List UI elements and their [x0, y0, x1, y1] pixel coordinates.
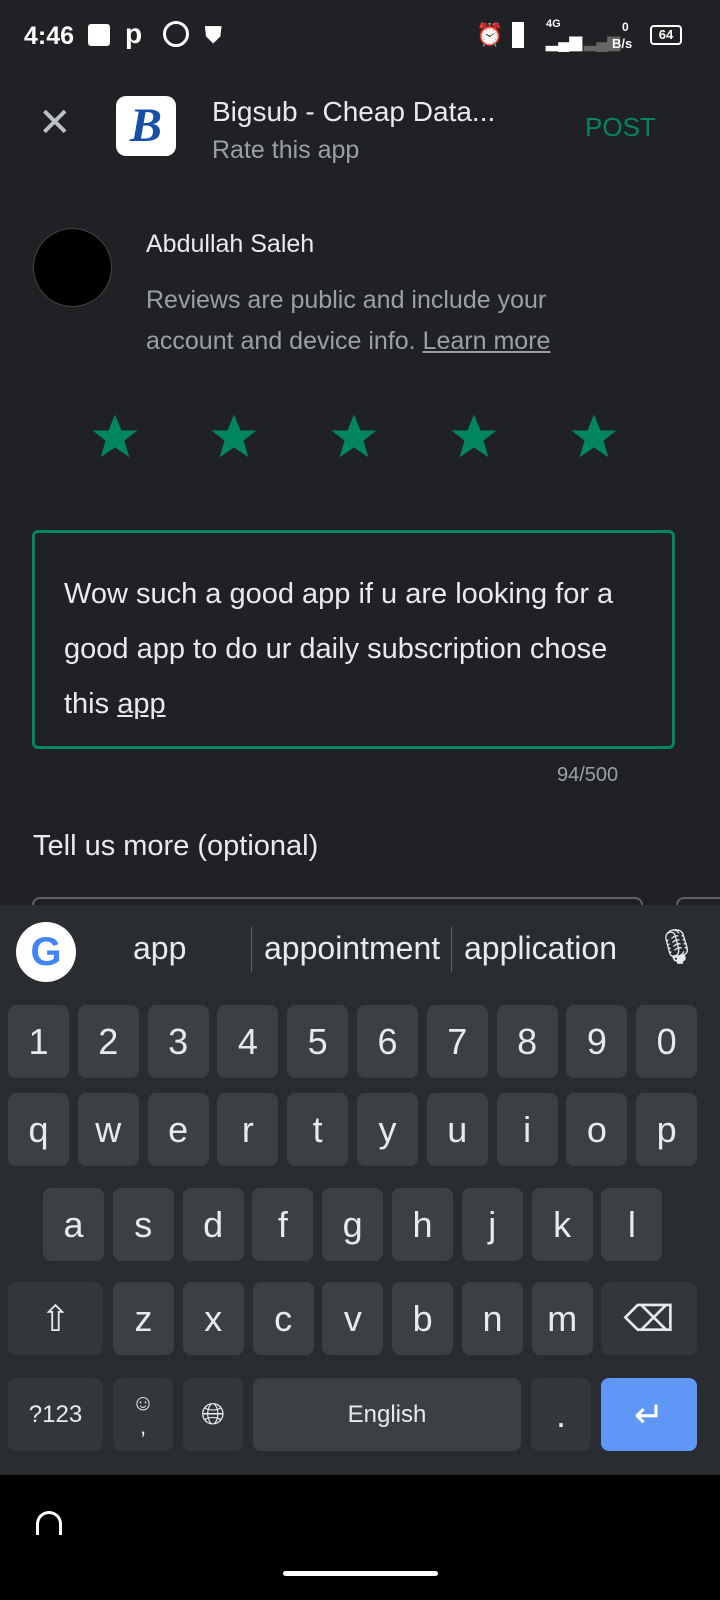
key-t[interactable]: t [287, 1093, 349, 1166]
signal-icon: ▂▄▆ [546, 34, 582, 51]
user-name: Abdullah Saleh [146, 230, 315, 258]
google-icon[interactable]: G [16, 922, 76, 982]
key-k[interactable]: k [531, 1188, 593, 1261]
key-v[interactable]: v [322, 1282, 384, 1355]
key-r[interactable]: r [217, 1093, 279, 1166]
header: ✕ B Bigsub - Cheap Data... Rate this app… [0, 70, 720, 185]
key-h[interactable]: h [392, 1188, 453, 1261]
shift-key[interactable]: ⇧ [8, 1282, 103, 1355]
emoji-icon: ☺ [131, 1389, 155, 1415]
key-e[interactable]: e [147, 1093, 209, 1166]
star-4[interactable] [447, 410, 501, 464]
key-5[interactable]: 5 [287, 1005, 349, 1078]
key-9[interactable]: 9 [566, 1005, 628, 1078]
key-d[interactable]: d [182, 1188, 244, 1261]
speed-unit: B/s [612, 36, 633, 51]
suggestion[interactable]: app [133, 930, 186, 967]
alarm-icon: ⏰ [476, 22, 504, 47]
key-z[interactable]: z [113, 1282, 174, 1355]
key-8[interactable]: 8 [496, 1005, 558, 1078]
close-icon[interactable]: ✕ [38, 100, 72, 146]
divider [451, 927, 452, 972]
battery-icon: 64 [650, 25, 682, 45]
navigation-bar [0, 1475, 720, 1600]
enter-key[interactable]: ↵ [601, 1378, 697, 1451]
app-title: Bigsub - Cheap Data... [212, 96, 496, 127]
key-s[interactable]: s [112, 1188, 174, 1261]
backspace-key[interactable]: ⌫ [601, 1282, 697, 1355]
p-app-icon: p [125, 18, 143, 49]
whatsapp-icon [163, 21, 189, 47]
star-2[interactable] [207, 410, 261, 464]
key-7[interactable]: 7 [426, 1005, 488, 1078]
comma-label: , [139, 1413, 147, 1439]
star-1[interactable] [88, 410, 142, 464]
suggestion[interactable]: application [464, 930, 617, 967]
shift-icon: ⇧ [40, 1297, 71, 1339]
star-5[interactable] [567, 410, 621, 464]
char-counter: 94/500 [557, 764, 619, 786]
key-a[interactable]: a [43, 1188, 104, 1261]
key-m[interactable]: m [531, 1282, 593, 1355]
tell-more-label: Tell us more (optional) [33, 830, 319, 862]
key-p[interactable]: p [636, 1093, 698, 1166]
key-j[interactable]: j [461, 1188, 523, 1261]
app-icon: B [116, 96, 176, 156]
key-l[interactable]: l [601, 1188, 663, 1261]
star-3[interactable] [327, 410, 381, 464]
key-4[interactable]: 4 [217, 1005, 279, 1078]
language-key[interactable]: 🌐︎ [183, 1378, 243, 1451]
enter-icon: ↵ [633, 1393, 665, 1435]
key-0[interactable]: 0 [636, 1005, 698, 1078]
space-key[interactable]: English [253, 1378, 521, 1451]
notes-icon [88, 24, 110, 46]
key-n[interactable]: n [462, 1282, 523, 1355]
key-b[interactable]: b [392, 1282, 454, 1355]
learn-more-link[interactable]: Learn more [423, 327, 551, 355]
privacy-notice: Reviews are public and include your acco… [146, 280, 626, 362]
key-q[interactable]: q [8, 1093, 69, 1166]
speed-value: 0 [622, 20, 629, 34]
symbols-key[interactable]: ?123 [8, 1378, 103, 1451]
home-handle[interactable] [283, 1571, 438, 1576]
divider [251, 927, 252, 972]
key-w[interactable]: w [77, 1093, 139, 1166]
avatar [33, 228, 112, 307]
key-o[interactable]: o [566, 1093, 628, 1166]
key-y[interactable]: y [357, 1093, 418, 1166]
vibrate-icon [512, 22, 524, 48]
backspace-icon: ⌫ [623, 1297, 675, 1339]
subtitle: Rate this app [212, 136, 360, 164]
key-c[interactable]: c [252, 1282, 314, 1355]
clock: 4:46 [24, 22, 75, 50]
key-i[interactable]: i [496, 1093, 558, 1166]
back-gesture-icon[interactable] [36, 1511, 62, 1535]
key-x[interactable]: x [182, 1282, 244, 1355]
post-button[interactable]: POST [585, 112, 656, 143]
shield-icon: ⛊ [205, 22, 222, 47]
key-1[interactable]: 1 [8, 1005, 69, 1078]
review-input[interactable]: Wow such a good app if u are looking for… [32, 530, 675, 749]
period-key[interactable]: . [531, 1378, 591, 1451]
network-type: 4G [546, 18, 561, 30]
review-text-composing: app [117, 688, 166, 720]
suggestion[interactable]: appointment [264, 930, 440, 967]
globe-icon: 🌐︎ [201, 1397, 225, 1431]
key-3[interactable]: 3 [147, 1005, 209, 1078]
key-6[interactable]: 6 [357, 1005, 418, 1078]
key-f[interactable]: f [252, 1188, 314, 1261]
status-bar: 4:46 p ⛊ ⏰ 4G ▂▄▆ ▂▄▆ 0 B/s 64 [0, 0, 720, 70]
microphone-icon[interactable]: 🎙 [655, 927, 698, 967]
key-g[interactable]: g [322, 1188, 384, 1261]
key-2[interactable]: 2 [77, 1005, 139, 1078]
key-u[interactable]: u [426, 1093, 488, 1166]
emoji-comma-key[interactable]: ☺, [113, 1378, 173, 1451]
